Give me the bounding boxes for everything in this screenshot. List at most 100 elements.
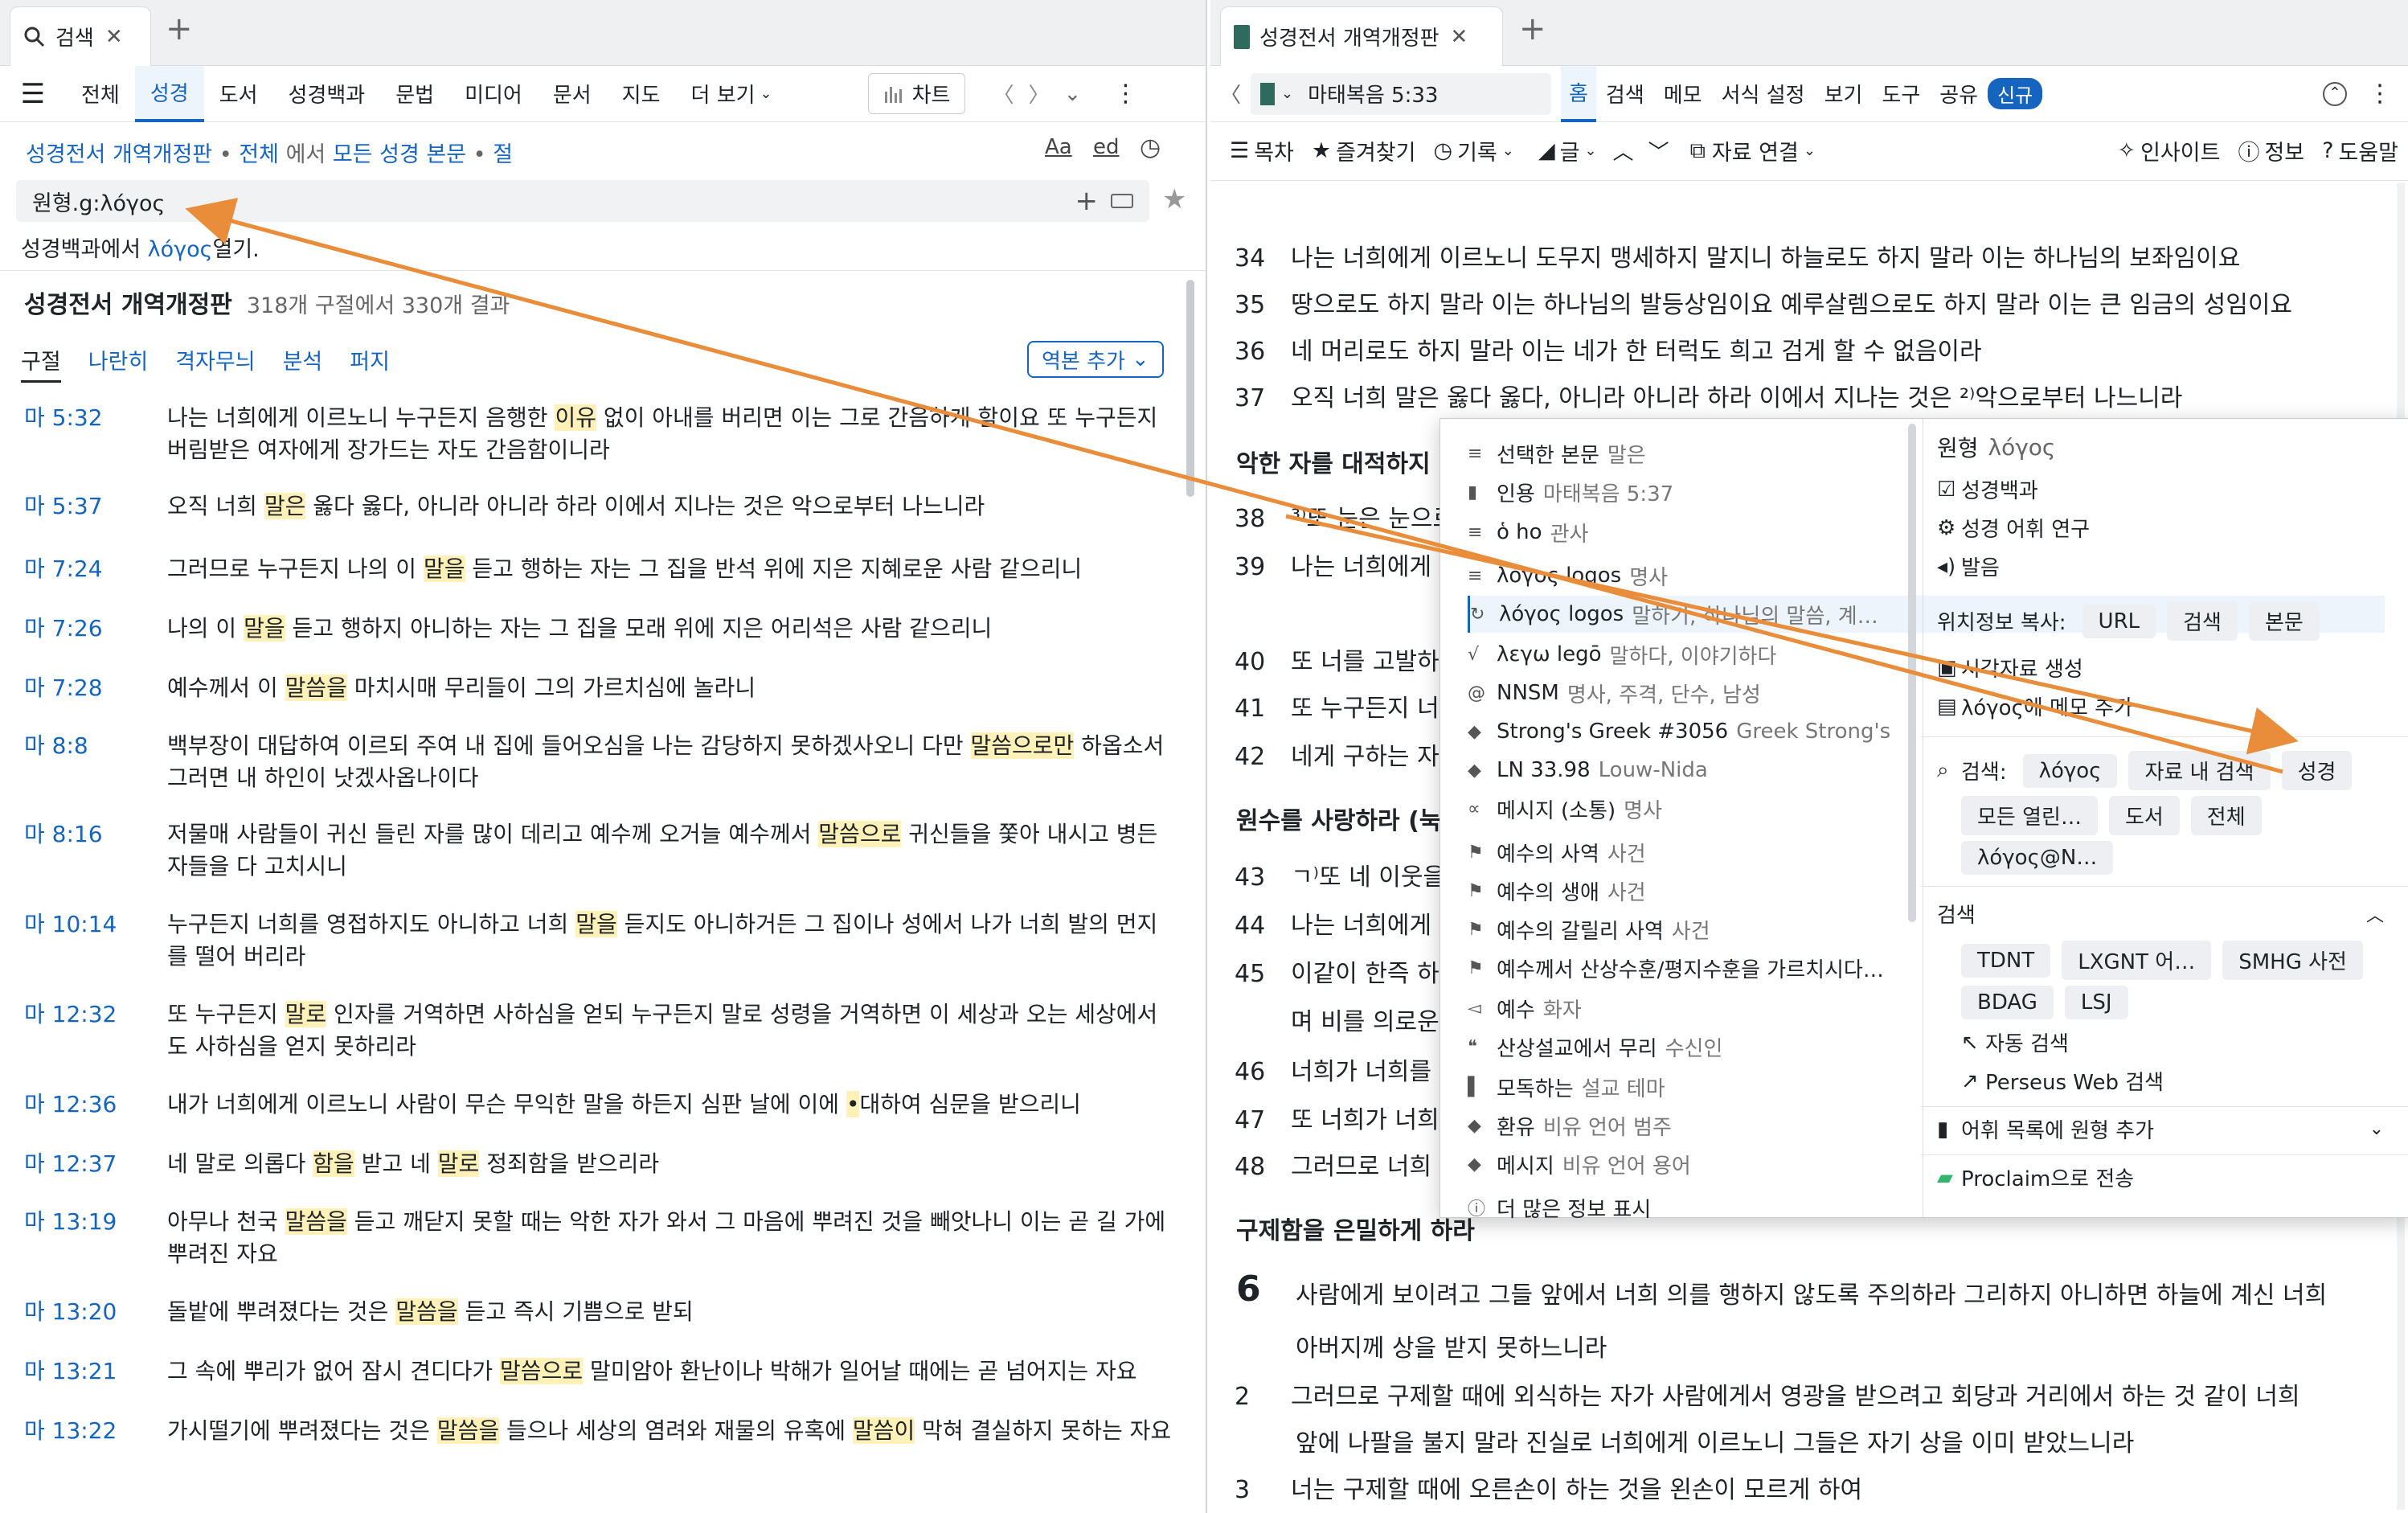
add-to-wordlist[interactable]: ▮ 어휘 목록에 원형 추가 ⌄ [1937, 1114, 2384, 1144]
chart-button[interactable]: 차트 [867, 73, 966, 114]
text-button[interactable]: 글 [1560, 135, 1580, 166]
search-all-button[interactable]: 전체 [2190, 796, 2262, 835]
collapse-icon[interactable]: ⌃ [2323, 81, 2347, 106]
search-in-resource-button[interactable]: 자료 내 검색 [2128, 751, 2271, 790]
nav-maps[interactable]: 지도 [607, 66, 676, 122]
back-button[interactable]: 〈 [993, 79, 1014, 109]
scrollbar[interactable] [1186, 280, 1194, 497]
result-row[interactable]: 마 8:8 백부장이 대답하여 이르되 주여 내 집에 들어오심을 나는 감당하지… [24, 730, 1173, 794]
tab-search[interactable]: 검색 ✕ [10, 6, 151, 66]
verse-line[interactable]: 아버지께 상을 받지 못하느니라 [1296, 1331, 2384, 1367]
search-books-button[interactable]: 도서 [2108, 796, 2180, 835]
verse-reference[interactable]: 마 5:32 [24, 402, 167, 466]
verse-reference[interactable]: 마 13:19 [24, 1206, 167, 1270]
forward-button[interactable]: 〉 [1029, 79, 1050, 109]
favorites-button[interactable]: 즐겨찾기 [1336, 135, 1415, 166]
chevron-up-icon[interactable]: ︿ [1613, 136, 1634, 166]
close-tab-icon[interactable]: ✕ [105, 25, 123, 49]
verse-reference[interactable]: 마 13:20 [24, 1296, 167, 1328]
tab-analysis[interactable]: 분석 [283, 344, 323, 383]
verse-line[interactable]: 사람에게 보이려고 그들 앞에서 너희 의를 행하지 않도록 주의하라 그리하지… [1296, 1278, 2384, 1314]
verse-line[interactable]: 앞에 나팔을 불지 말라 진실로 너희에게 이르노니 그들은 자기 상을 이미 … [1296, 1426, 2384, 1462]
nav-format[interactable]: 서식 설정 [1712, 66, 1815, 122]
nav-notes[interactable]: 메모 [1654, 66, 1712, 122]
result-row[interactable]: 마 5:32 나는 너희에게 이르노니 누구든지 음행한 이유 없이 아내를 버리… [24, 402, 1173, 466]
verse[interactable]: 37 오직 너희 말은 옳다 옳다, 아니라 아니라 하라 이에서 지나는 것은 … [1235, 381, 2384, 416]
verse-reference[interactable]: 마 7:26 [24, 613, 167, 645]
history-button[interactable]: 기록 [1457, 135, 1497, 166]
verse[interactable]: 35 땅으로도 하지 말라 이는 하나님의 발등상임이요 예루살렘으로도 하지 말… [1235, 288, 2384, 323]
new-badge[interactable]: 신규 [1988, 78, 2043, 109]
result-row[interactable]: 마 7:24 그러므로 누구든지 나의 이 말을 듣고 행하는 자는 그 집을 반… [24, 553, 1173, 585]
nav-books[interactable]: 도서 [204, 66, 273, 122]
search-input[interactable]: 원형.g:λόγος + [16, 180, 1149, 222]
tab-side-by-side[interactable]: 나란히 [88, 344, 149, 383]
search-section-header[interactable]: 검색 ︿ [1937, 899, 2384, 929]
scope-target[interactable]: 모든 성경 본문 [333, 142, 466, 167]
scope-all[interactable]: 전체 [239, 142, 279, 167]
verse[interactable]: 34 나는 너희에게 이르노니 도무지 맹세하지 말지니 하늘로도 하지 말라 이… [1235, 241, 2384, 277]
copy-text-button[interactable]: 본문 [2248, 601, 2320, 641]
result-row[interactable]: 마 12:36 내가 너희에게 이르노니 사람이 무슨 무익한 말을 하든지 심판… [24, 1089, 1173, 1121]
verse-reference[interactable]: 마 8:16 [24, 818, 167, 883]
tab-bible[interactable]: 성경전서 개역개정판 ✕ [1220, 6, 1503, 66]
nav-all[interactable]: 전체 [66, 66, 135, 122]
star-icon[interactable]: ★ [1162, 183, 1186, 215]
visual-create[interactable]: ▣ 시각자료 생성 [1937, 653, 2384, 683]
info-button[interactable]: 정보 [2264, 135, 2304, 166]
reference-box[interactable]: ⌄ 마태복음 5:33 [1251, 72, 1551, 115]
suggest-link[interactable]: λόγος [148, 237, 213, 262]
stem-toggle[interactable]: ed [1093, 135, 1120, 159]
auto-search[interactable]: ↖ 자동 검색 [1961, 1027, 2384, 1057]
nav-documents[interactable]: 문서 [538, 66, 607, 122]
verse-reference[interactable]: 마 10:14 [24, 908, 167, 973]
search-lemma-button[interactable]: λόγος [2022, 753, 2118, 788]
verse-reference[interactable]: 마 12:32 [24, 998, 167, 1063]
result-row[interactable]: 마 12:32 또 누구든지 말로 인자를 거역하면 사하심을 얻되 누구든지 말… [24, 998, 1173, 1063]
nav-share[interactable]: 공유 [1930, 66, 1988, 122]
keyboard-icon[interactable] [1111, 194, 1133, 208]
verse-reference[interactable]: 마 13:22 [24, 1415, 167, 1447]
nav-search[interactable]: 검색 [1596, 66, 1654, 122]
nav-view[interactable]: 보기 [1815, 66, 1873, 122]
history-dropdown[interactable]: ⌄ [1064, 82, 1082, 106]
copy-url-button[interactable]: URL [2082, 604, 2156, 638]
tab-grid[interactable]: 격자무늬 [175, 344, 255, 383]
lexicon-button[interactable]: TDNT [1961, 943, 2051, 978]
verse[interactable]: 3 너는 구제할 때에 오른손이 하는 것을 왼손이 모르게 하여 [1235, 1473, 2384, 1508]
nav-more[interactable]: 더 보기 ⌄ [676, 66, 788, 122]
result-row[interactable]: 마 7:26 나의 이 말을 듣고 행하지 아니하는 자는 그 집을 모래 위에 … [24, 613, 1173, 645]
nav-factbook[interactable]: 성경백과 [273, 66, 381, 122]
link-factbook[interactable]: ☑ 성경백과 [1937, 474, 2384, 504]
result-row[interactable]: 마 12:37 네 말로 의롭다 함을 받고 네 말로 정죄함을 받으리라 [24, 1148, 1173, 1180]
help-button[interactable]: 도움말 [2338, 135, 2398, 166]
lexicon-button[interactable]: LXGNT 어… [2062, 941, 2212, 980]
more-icon[interactable]: ⋮ [2368, 80, 2392, 108]
verse-reference[interactable]: 마 5:37 [24, 490, 167, 523]
back-button[interactable]: 〈 [1210, 79, 1251, 109]
add-term-button[interactable]: + [1075, 185, 1099, 217]
insight-button[interactable]: 인사이트 [2140, 135, 2220, 166]
result-row[interactable]: 마 13:21 그 속에 뿌리가 없어 잠시 견디다가 말씀으로 말미암아 환난이… [24, 1355, 1173, 1388]
verse-reference[interactable]: 마 7:28 [24, 672, 167, 704]
add-note[interactable]: ▤ λόγος에 메모 추가 [1937, 691, 2384, 721]
verse-reference[interactable]: 마 13:21 [24, 1355, 167, 1388]
result-row[interactable]: 마 10:14 누구든지 너희를 영접하지도 아니하고 너희 말을 듣지도 아니하… [24, 908, 1173, 973]
toc-button[interactable]: 목차 [1254, 135, 1294, 166]
scope-version[interactable]: 성경전서 개역개정판 [26, 142, 212, 167]
chevron-down-icon[interactable]: ﹀ [1648, 136, 1669, 166]
result-row[interactable]: 마 5:37 오직 너희 말은 옳다 옳다, 아니라 아니라 하라 이에서 지나는… [24, 490, 1173, 523]
nav-bible[interactable]: 성경 [134, 65, 204, 122]
lexicon-button[interactable]: SMHG 사전 [2222, 941, 2363, 980]
result-row[interactable]: 마 13:22 가시떨기에 뿌려졌다는 것은 말씀을 들으나 세상의 염려와 재물… [24, 1415, 1173, 1447]
link-wordstudy[interactable]: ⚙ 성경 어휘 연구 [1937, 513, 2384, 543]
add-version-button[interactable]: 역본 추가 ⌄ [1027, 341, 1164, 378]
verse[interactable]: 36 네 머리로도 하지 말라 이는 네가 한 터럭도 희고 검게 할 수 없음이… [1235, 334, 2384, 370]
more-icon[interactable]: ⋮ [1113, 80, 1137, 108]
menu-icon[interactable]: ☰ [0, 78, 66, 110]
nav-grammar[interactable]: 문법 [380, 66, 449, 122]
result-row[interactable]: 마 8:16 저물매 사람들이 귀신 들린 자를 많이 데리고 예수께 오거늘 예… [24, 818, 1173, 883]
history-clock-icon[interactable]: ◷ [1140, 133, 1161, 162]
nav-media[interactable]: 미디어 [449, 66, 538, 122]
search-morph-button[interactable]: λόγος@N… [1961, 841, 2114, 875]
